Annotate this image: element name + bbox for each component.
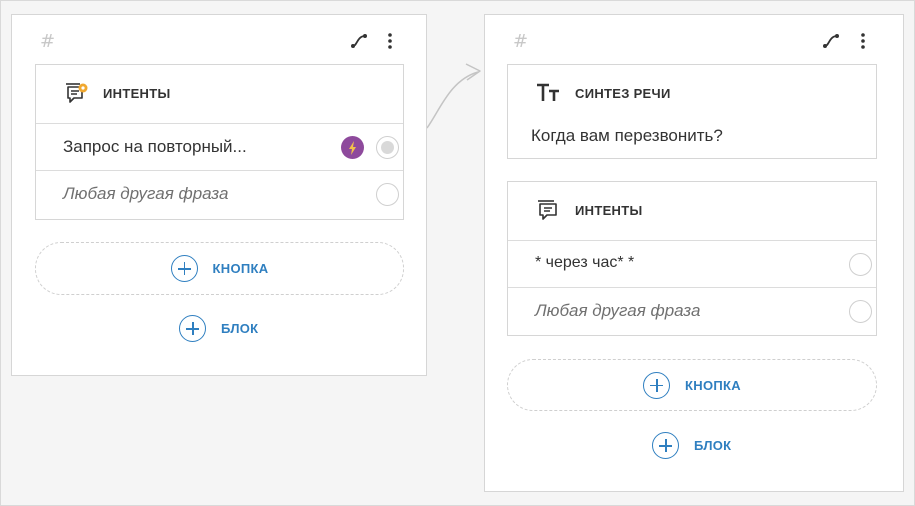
chat-lines-gear-icon — [64, 81, 90, 107]
scenario-node-1[interactable]: # ИНТЕНТЫ Запрос на повторный... Любая д… — [11, 14, 427, 376]
intents-block[interactable]: ИНТЕНТЫ Запрос на повторный... Любая дру… — [35, 64, 404, 220]
lightning-icon[interactable] — [341, 136, 364, 159]
add-block-label: БЛОК — [221, 321, 259, 336]
block-header: СИНТЕЗ РЕЧИ — [508, 65, 876, 115]
node-header: # — [485, 15, 903, 65]
add-button-button[interactable]: КНОПКА — [35, 242, 404, 295]
intent-text: Любая другая фраза — [535, 301, 701, 320]
intent-radio[interactable] — [376, 136, 399, 159]
chat-lines-icon — [536, 198, 562, 224]
plus-circle-icon — [652, 432, 679, 459]
intent-row[interactable]: Любая другая фраза — [36, 170, 403, 217]
intent-text: Запрос на повторный... — [63, 137, 247, 156]
add-button-label: КНОПКА — [685, 377, 741, 393]
intent-text: * через час* * — [535, 254, 635, 271]
node-header: # — [12, 15, 426, 65]
route-icon[interactable] — [821, 31, 841, 51]
add-button-label: КНОПКА — [212, 261, 269, 276]
node-hash: # — [40, 31, 56, 52]
speech-text: Когда вам перезвонить? — [531, 126, 723, 145]
block-title: ИНТЕНТЫ — [575, 203, 643, 218]
intent-radio[interactable] — [376, 183, 399, 206]
intent-radio[interactable] — [849, 253, 872, 276]
route-icon[interactable] — [349, 31, 369, 51]
block-header: ИНТЕНТЫ — [508, 182, 876, 240]
add-block-button[interactable]: БЛОК — [179, 315, 258, 342]
intents-block[interactable]: ИНТЕНТЫ * через час* * Любая другая фраз… — [507, 181, 877, 336]
intent-row[interactable]: * через час* * — [508, 240, 876, 287]
intent-text: Любая другая фраза — [63, 184, 229, 203]
plus-circle-icon — [179, 315, 206, 342]
add-block-label: БЛОК — [694, 438, 732, 453]
block-header: ИНТЕНТЫ — [36, 65, 403, 123]
more-vertical-icon[interactable] — [380, 31, 400, 51]
add-block-button[interactable]: БЛОК — [652, 432, 731, 459]
node-hash: # — [513, 31, 529, 52]
intent-row[interactable]: Запрос на повторный... — [36, 123, 403, 170]
block-title: СИНТЕЗ РЕЧИ — [575, 86, 671, 101]
more-vertical-icon[interactable] — [853, 31, 873, 51]
intent-radio[interactable] — [849, 300, 872, 323]
speech-synthesis-block[interactable]: СИНТЕЗ РЕЧИ Когда вам перезвонить? — [507, 64, 877, 159]
scenario-node-2[interactable]: # СИНТЕЗ РЕЧИ Когда вам перезвонить? ИНТ… — [484, 14, 904, 492]
block-title: ИНТЕНТЫ — [103, 86, 171, 101]
text-size-icon — [536, 82, 562, 108]
plus-circle-icon — [170, 255, 198, 282]
add-button-button[interactable]: КНОПКА — [507, 359, 877, 411]
intent-row[interactable]: Любая другая фраза — [508, 287, 876, 334]
plus-circle-icon — [643, 371, 671, 399]
